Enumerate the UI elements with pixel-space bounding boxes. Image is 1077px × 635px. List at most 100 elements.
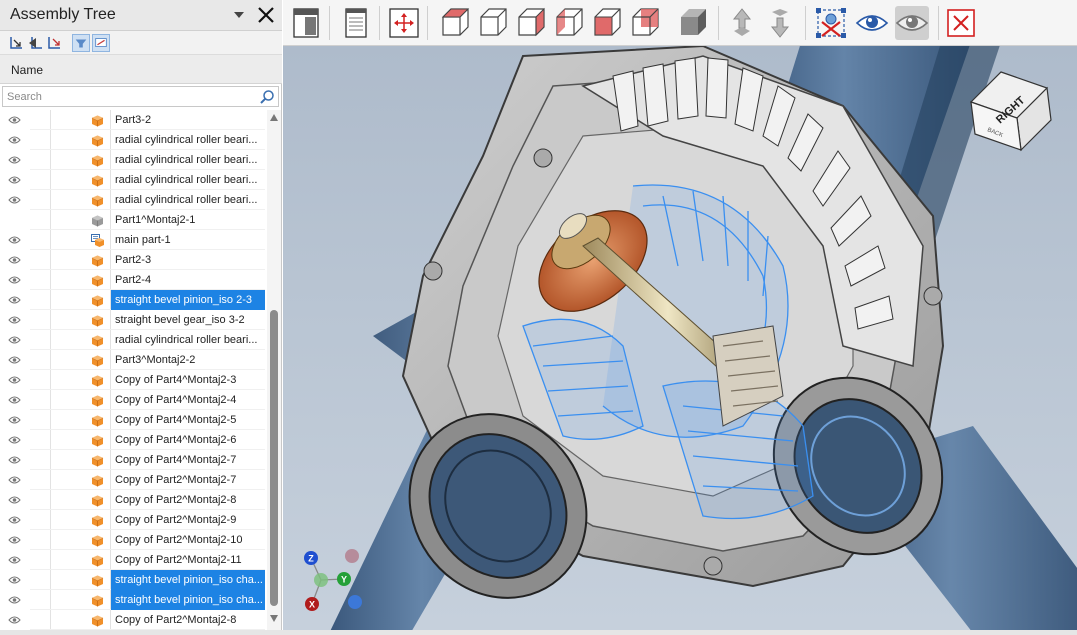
tree-row[interactable]: Copy of Part2^Montaj2-10 (0, 530, 267, 550)
visibility-eye-icon[interactable] (8, 595, 21, 605)
visibility-eye-icon[interactable] (8, 415, 21, 425)
front-view-button[interactable] (438, 6, 472, 40)
scroll-thumb[interactable] (270, 310, 278, 606)
visibility-eye-icon[interactable] (8, 555, 21, 565)
visibility-eye-icon[interactable] (8, 275, 21, 285)
show-button[interactable] (855, 6, 889, 40)
tree-guide-line (50, 210, 51, 230)
tree-row[interactable]: main part-1 (0, 230, 267, 250)
chevron-down-icon[interactable] (232, 8, 246, 22)
left-view-button[interactable] (514, 6, 548, 40)
tree-row[interactable]: radial cylindrical roller beari... (0, 170, 267, 190)
view-cube[interactable]: RIGHT BACK (965, 58, 1065, 158)
explode-down-button[interactable] (763, 6, 797, 40)
tree-row[interactable]: radial cylindrical roller beari... (0, 330, 267, 350)
scroll-down-icon[interactable] (270, 615, 278, 622)
fit-all-button[interactable] (387, 6, 421, 40)
shaded-view-button[interactable] (676, 6, 710, 40)
tree-row[interactable]: straight bevel gear_iso 3-2 (0, 310, 267, 330)
search-box[interactable] (2, 86, 279, 107)
panel-title: Assembly Tree (10, 6, 116, 23)
search-input[interactable] (7, 89, 247, 105)
tree-row[interactable]: Copy of Part4^Montaj2-6 (0, 430, 267, 450)
part-icon (91, 575, 104, 587)
visibility-eye-icon[interactable] (8, 335, 21, 345)
visibility-eye-icon[interactable] (8, 395, 21, 405)
tree-row[interactable]: Copy of Part2^Montaj2-7 (0, 470, 267, 490)
visibility-eye-icon[interactable] (8, 195, 21, 205)
search-icon[interactable] (259, 89, 275, 105)
tree-guide-line (50, 250, 51, 270)
tree-guide-line (50, 130, 51, 150)
sidebar-toggle-button[interactable] (289, 6, 323, 40)
document-button[interactable] (339, 6, 373, 40)
expand-tree-icon[interactable] (8, 34, 26, 52)
assembly-model[interactable] (283, 46, 1077, 630)
collapse-tree-icon[interactable] (27, 34, 45, 52)
tree-row[interactable]: radial cylindrical roller beari... (0, 150, 267, 170)
visibility-eye-icon[interactable] (8, 295, 21, 305)
tree-row[interactable]: Part1^Montaj2-1 (0, 210, 267, 230)
tree-row[interactable]: Copy of Part4^Montaj2-4 (0, 390, 267, 410)
tree-scrollbar[interactable] (267, 110, 281, 630)
visibility-eye-icon[interactable] (8, 355, 21, 365)
tree-row[interactable]: Part2-4 (0, 270, 267, 290)
3d-viewport[interactable]: RIGHT BACK Z Y X (283, 46, 1077, 630)
tree-guide-line (50, 410, 51, 430)
tree-row-label: Part2-4 (115, 274, 152, 286)
hide-selected-button[interactable] (814, 6, 848, 40)
tree-row[interactable]: Copy of Part4^Montaj2-3 (0, 370, 267, 390)
visibility-eye-icon[interactable] (8, 235, 21, 245)
top-view-button[interactable] (590, 6, 624, 40)
close-icon[interactable] (256, 5, 276, 25)
visibility-eye-icon[interactable] (8, 155, 21, 165)
bottom-view-button[interactable] (628, 6, 662, 40)
visibility-eye-icon[interactable] (8, 255, 21, 265)
tree-row[interactable]: Copy of Part4^Montaj2-7 (0, 450, 267, 470)
assembly-icon (91, 234, 104, 247)
tree-row[interactable]: Copy of Part2^Montaj2-11 (0, 550, 267, 570)
visibility-eye-icon[interactable] (8, 495, 21, 505)
tree-row[interactable]: Copy of Part2^Montaj2-8 (0, 610, 267, 630)
tree-row[interactable]: Part3-2 (0, 110, 267, 130)
tree-row[interactable]: Copy of Part2^Montaj2-8 (0, 490, 267, 510)
tree-row[interactable]: radial cylindrical roller beari... (0, 190, 267, 210)
visibility-eye-icon[interactable] (8, 375, 21, 385)
tree-row[interactable]: Part3^Montaj2-2 (0, 350, 267, 370)
tree-row[interactable]: Part2-3 (0, 250, 267, 270)
visibility-eye-icon[interactable] (8, 475, 21, 485)
right-view-button[interactable] (552, 6, 586, 40)
panel-header: Assembly Tree (0, 0, 282, 31)
visibility-eye-icon[interactable] (8, 435, 21, 445)
column-header[interactable]: Name (0, 55, 282, 84)
display-options-icon[interactable] (92, 34, 110, 52)
visibility-eye-icon[interactable] (8, 535, 21, 545)
visibility-eye-icon[interactable] (8, 515, 21, 525)
tree-row[interactable]: straight bevel pinion_iso cha... (0, 570, 267, 590)
visibility-eye-icon[interactable] (8, 175, 21, 185)
visibility-eye-icon[interactable] (8, 135, 21, 145)
sync-tree-icon[interactable] (46, 34, 64, 52)
filter-icon[interactable] (72, 34, 90, 52)
tree-row-label: radial cylindrical roller beari... (115, 154, 258, 166)
tree-row[interactable]: straight bevel pinion_iso cha... (0, 590, 267, 610)
tree-row[interactable]: Copy of Part2^Montaj2-9 (0, 510, 267, 530)
part-icon (91, 535, 104, 547)
tree-row[interactable]: straight bevel pinion_iso 2-3 (0, 290, 267, 310)
tree-row[interactable]: Copy of Part4^Montaj2-5 (0, 410, 267, 430)
visibility-eye-icon[interactable] (8, 115, 21, 125)
toolbar-separator (938, 6, 939, 40)
tree-row[interactable]: radial cylindrical roller beari... (0, 130, 267, 150)
close-view-button[interactable] (944, 6, 978, 40)
visibility-eye-icon[interactable] (8, 575, 21, 585)
part-icon (91, 335, 104, 347)
explode-up-button[interactable] (725, 6, 759, 40)
tree-guide-line (50, 230, 51, 250)
back-view-button[interactable] (476, 6, 510, 40)
scroll-up-icon[interactable] (270, 114, 278, 121)
visibility-eye-icon[interactable] (8, 615, 21, 625)
tree-row-label: radial cylindrical roller beari... (115, 174, 258, 186)
show-all-button[interactable] (895, 6, 929, 40)
visibility-eye-icon[interactable] (8, 455, 21, 465)
visibility-eye-icon[interactable] (8, 315, 21, 325)
